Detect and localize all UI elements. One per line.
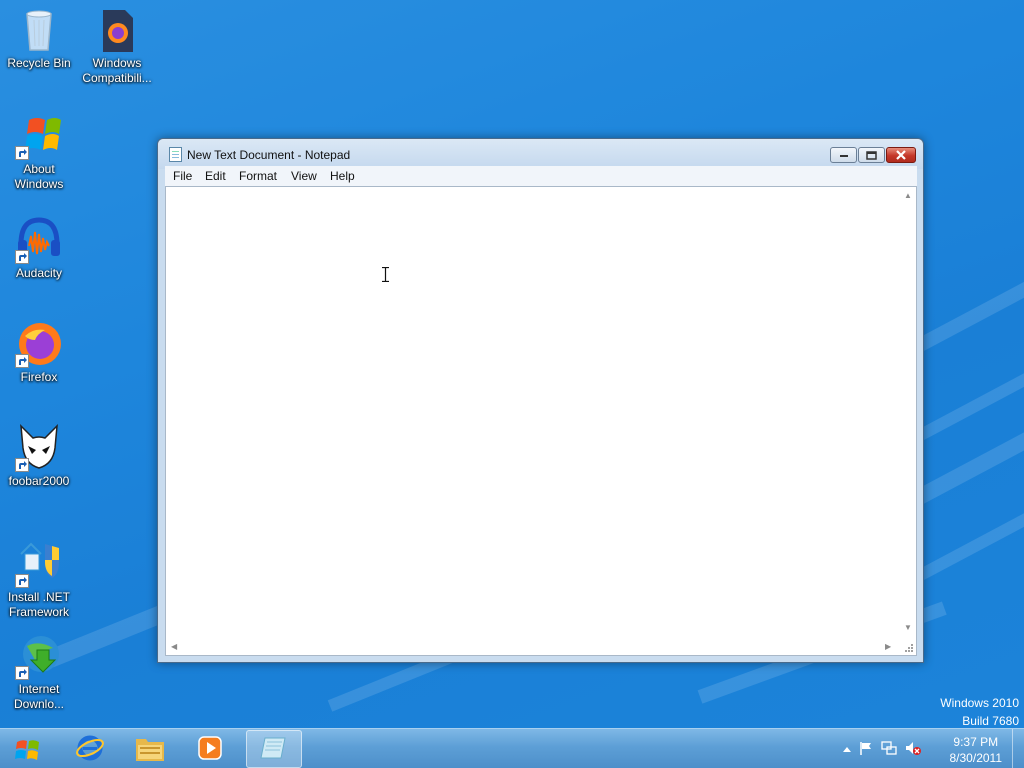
recycle-bin-icon	[15, 6, 63, 54]
network-icon[interactable]	[880, 740, 898, 759]
notepad-icon	[169, 147, 182, 162]
taskbar-internet-explorer[interactable]	[62, 730, 118, 768]
show-hidden-icons-chevron[interactable]	[842, 742, 852, 756]
internet-explorer-icon	[75, 733, 105, 766]
text-editor-area[interactable]: ▲ ▼ ◀ ▶	[165, 186, 917, 656]
horizontal-scrollbar[interactable]: ◀ ▶	[166, 638, 899, 655]
internet-download-manager-icon	[15, 632, 63, 680]
shortcut-arrow-icon	[15, 458, 29, 472]
scroll-down-arrow-icon[interactable]: ▼	[904, 624, 912, 632]
audacity-icon	[15, 216, 63, 264]
menu-help[interactable]: Help	[330, 169, 355, 183]
desktop-icon-label: foobar2000	[8, 474, 70, 488]
scroll-up-arrow-icon[interactable]: ▲	[904, 192, 912, 200]
shortcut-arrow-icon	[15, 146, 29, 160]
windows-flag-icon	[15, 112, 63, 160]
start-orb-icon	[6, 740, 50, 768]
minimize-icon	[831, 148, 856, 162]
firefox-icon	[15, 320, 63, 368]
show-desktop-button[interactable]	[1012, 729, 1024, 768]
title-bar[interactable]: New Text Document - Notepad	[158, 139, 923, 169]
desktop-icon-label: Audacity	[15, 266, 63, 280]
menu-view[interactable]: View	[291, 169, 317, 183]
maximize-button[interactable]	[858, 147, 885, 163]
firefox-file-icon	[93, 6, 141, 54]
vertical-scrollbar[interactable]: ▲ ▼	[899, 187, 916, 639]
shortcut-arrow-icon	[15, 666, 29, 680]
foobar2000-icon	[15, 424, 63, 472]
taskbar-media-player[interactable]	[182, 730, 238, 768]
desktop-icon-label: Firefox	[20, 370, 58, 384]
file-explorer-icon	[134, 733, 166, 766]
maximize-icon	[859, 148, 884, 162]
scroll-left-arrow-icon[interactable]: ◀	[171, 643, 177, 651]
desktop-icon-windows-compatibility[interactable]: Windows Compatibili...	[78, 6, 156, 86]
build-watermark: Windows 2010 Build 7680	[940, 694, 1019, 730]
close-button[interactable]	[886, 147, 916, 163]
taskbar-notepad[interactable]	[246, 730, 302, 768]
start-button[interactable]	[6, 733, 50, 767]
desktop-icon-label: About Windows	[14, 162, 64, 191]
text-cursor-icon	[382, 266, 389, 283]
taskbar: 9:37 PM 8/30/2011	[0, 728, 1024, 768]
desktop-icon-about-windows[interactable]: About Windows	[0, 112, 78, 192]
window-title: New Text Document - Notepad	[187, 148, 351, 162]
clock-date: 8/30/2011	[949, 751, 1003, 765]
action-center-flag-icon[interactable]	[858, 740, 874, 759]
clock-time: 9:37 PM	[953, 735, 999, 749]
volume-muted-icon[interactable]	[904, 740, 922, 759]
notepad-icon	[259, 734, 289, 765]
net-framework-icon	[15, 540, 63, 588]
desktop-icon-label: Install .NET Framework	[7, 590, 70, 619]
menu-format[interactable]: Format	[239, 169, 277, 183]
shortcut-arrow-icon	[15, 354, 29, 368]
shortcut-arrow-icon	[15, 574, 29, 588]
desktop-icon-internet-download-manager[interactable]: Internet Downlo...	[0, 632, 78, 712]
desktop-icon-label: Windows Compatibili...	[82, 56, 152, 85]
taskbar-clock[interactable]: 9:37 PM 8/30/2011	[950, 734, 1003, 766]
desktop-icon-install-net[interactable]: Install .NET Framework	[0, 540, 78, 620]
media-player-icon	[196, 734, 224, 765]
desktop-icon-audacity[interactable]: Audacity	[0, 216, 78, 281]
menu-bar: File Edit Format View Help	[165, 166, 917, 186]
taskbar-file-explorer[interactable]	[122, 730, 178, 768]
menu-edit[interactable]: Edit	[205, 169, 226, 183]
minimize-button[interactable]	[830, 147, 857, 163]
desktop-icon-label: Recycle Bin	[7, 56, 71, 70]
notepad-window[interactable]: New Text Document - Notepad File Edit Fo…	[157, 138, 924, 663]
desktop-icon-label: Internet Downlo...	[13, 682, 65, 711]
system-tray	[842, 729, 922, 768]
desktop-icon-firefox[interactable]: Firefox	[0, 320, 78, 385]
menu-file[interactable]: File	[173, 169, 192, 183]
watermark-line1: Windows 2010	[940, 696, 1019, 710]
desktop-icon-recycle-bin[interactable]: Recycle Bin	[0, 6, 78, 71]
desktop-icon-foobar2000[interactable]: foobar2000	[0, 424, 78, 489]
shortcut-arrow-icon	[15, 250, 29, 264]
close-icon	[887, 148, 915, 162]
scroll-right-arrow-icon[interactable]: ▶	[885, 643, 891, 651]
resize-grip-icon[interactable]	[903, 642, 914, 653]
